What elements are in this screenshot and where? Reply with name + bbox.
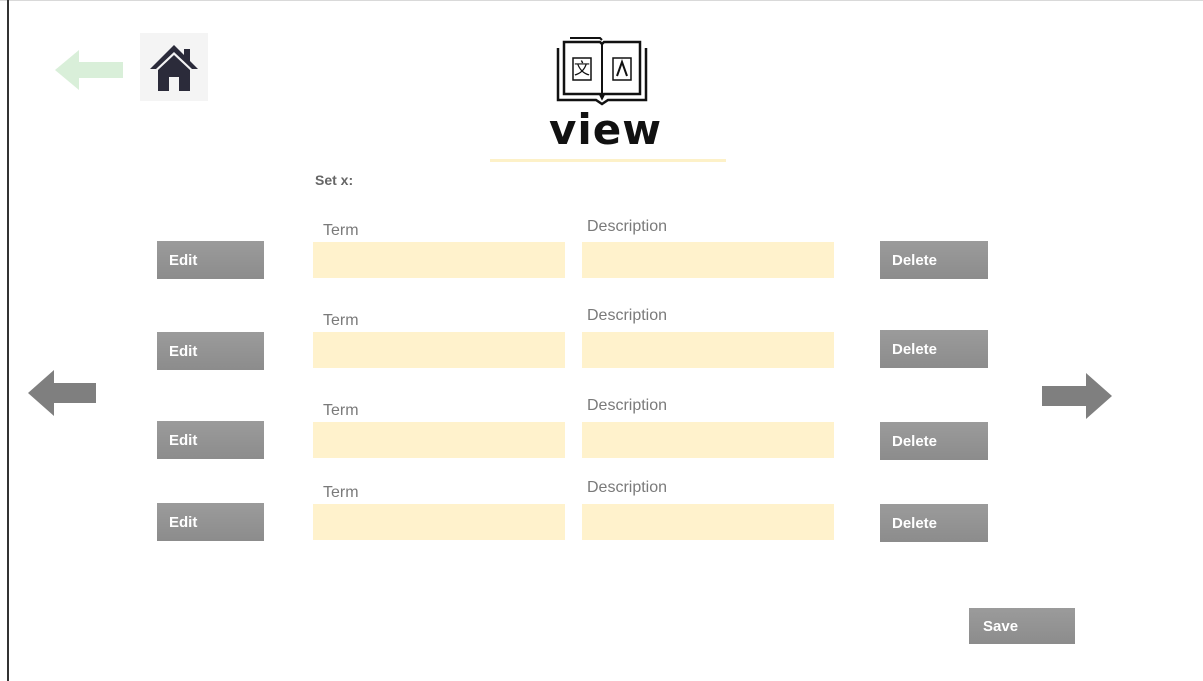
term-label: Term bbox=[323, 484, 359, 501]
window-top-border bbox=[0, 0, 1203, 1]
description-label: Description bbox=[587, 307, 668, 324]
description-label: Description bbox=[587, 479, 668, 496]
translate-book-icon: 文 bbox=[556, 36, 648, 111]
home-button[interactable] bbox=[140, 33, 208, 101]
term-label: Term bbox=[323, 222, 359, 239]
delete-button[interactable]: Delete bbox=[880, 330, 988, 368]
save-button[interactable]: Save bbox=[969, 608, 1075, 644]
term-row: Term Description Edit Delete bbox=[0, 395, 1203, 475]
edit-button[interactable]: Edit bbox=[157, 503, 264, 541]
term-input[interactable] bbox=[313, 504, 565, 540]
arrow-left-icon[interactable] bbox=[28, 370, 96, 421]
description-label: Description bbox=[587, 397, 668, 414]
description-input[interactable] bbox=[582, 242, 834, 278]
title-underline bbox=[490, 159, 726, 162]
term-label: Term bbox=[323, 312, 359, 329]
description-input[interactable] bbox=[582, 332, 834, 368]
delete-button[interactable]: Delete bbox=[880, 241, 988, 279]
term-input[interactable] bbox=[313, 422, 565, 458]
term-input[interactable] bbox=[313, 242, 565, 278]
arrow-right-icon[interactable] bbox=[1042, 373, 1112, 424]
description-label: Description bbox=[587, 218, 668, 235]
term-row: Term Description Edit Delete bbox=[0, 477, 1203, 557]
delete-button[interactable]: Delete bbox=[880, 504, 988, 542]
page-title: view bbox=[549, 105, 663, 154]
edit-button[interactable]: Edit bbox=[157, 241, 264, 279]
term-row: Term Description Edit Delete bbox=[0, 305, 1203, 385]
term-row: Term Description Edit Delete bbox=[0, 215, 1203, 295]
edit-button[interactable]: Edit bbox=[157, 332, 264, 370]
back-arrow-icon[interactable] bbox=[55, 50, 123, 95]
delete-button[interactable]: Delete bbox=[880, 422, 988, 460]
description-input[interactable] bbox=[582, 504, 834, 540]
svg-text:文: 文 bbox=[574, 59, 590, 78]
home-icon bbox=[150, 45, 198, 91]
term-label: Term bbox=[323, 402, 359, 419]
term-input[interactable] bbox=[313, 332, 565, 368]
description-input[interactable] bbox=[582, 422, 834, 458]
edit-button[interactable]: Edit bbox=[157, 421, 264, 459]
set-label: Set x: bbox=[315, 172, 354, 188]
